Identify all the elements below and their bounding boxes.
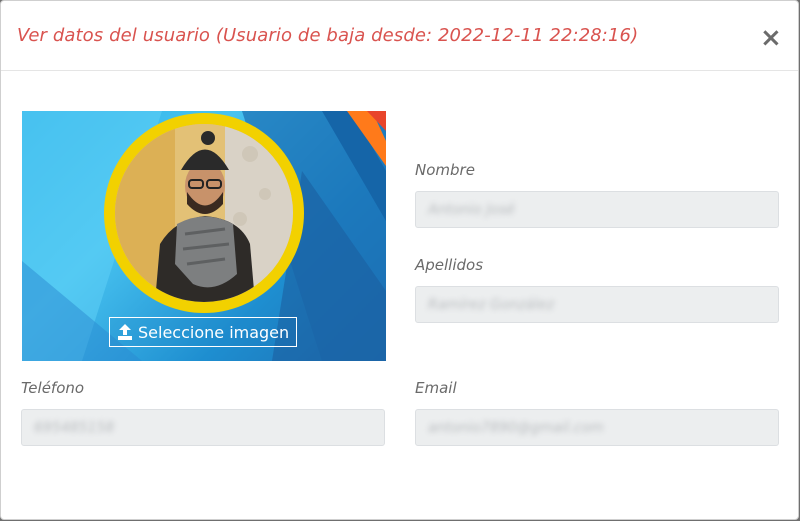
avatar bbox=[115, 124, 293, 302]
telefono-label: Teléfono bbox=[21, 379, 85, 397]
close-button[interactable]: × bbox=[760, 25, 782, 51]
upload-icon bbox=[116, 323, 134, 341]
nombre-value: Antonio José bbox=[428, 201, 515, 218]
photo-panel: Seleccione imagen bbox=[22, 111, 386, 361]
telefono-field[interactable]: 695485158 bbox=[21, 409, 385, 446]
select-image-button[interactable]: Seleccione imagen bbox=[109, 317, 297, 347]
modal-header: Ver datos del usuario (Usuario de baja d… bbox=[1, 1, 798, 71]
select-image-label: Seleccione imagen bbox=[138, 322, 290, 342]
apellidos-field[interactable]: Ramírez González bbox=[415, 286, 779, 323]
email-label: Email bbox=[415, 379, 457, 397]
apellidos-value: Ramírez González bbox=[428, 296, 555, 313]
avatar-ring bbox=[104, 113, 304, 313]
apellidos-label: Apellidos bbox=[415, 256, 484, 274]
nombre-label: Nombre bbox=[415, 161, 475, 179]
email-field[interactable]: antonio7890@gmail.com bbox=[415, 409, 779, 446]
avatar-photo bbox=[115, 124, 293, 302]
email-value: antonio7890@gmail.com bbox=[428, 419, 604, 436]
nombre-field[interactable]: Antonio José bbox=[415, 191, 779, 228]
telefono-value: 695485158 bbox=[34, 419, 115, 436]
modal-title: Ver datos del usuario (Usuario de baja d… bbox=[17, 25, 639, 46]
user-details-modal: Ver datos del usuario (Usuario de baja d… bbox=[0, 0, 799, 520]
